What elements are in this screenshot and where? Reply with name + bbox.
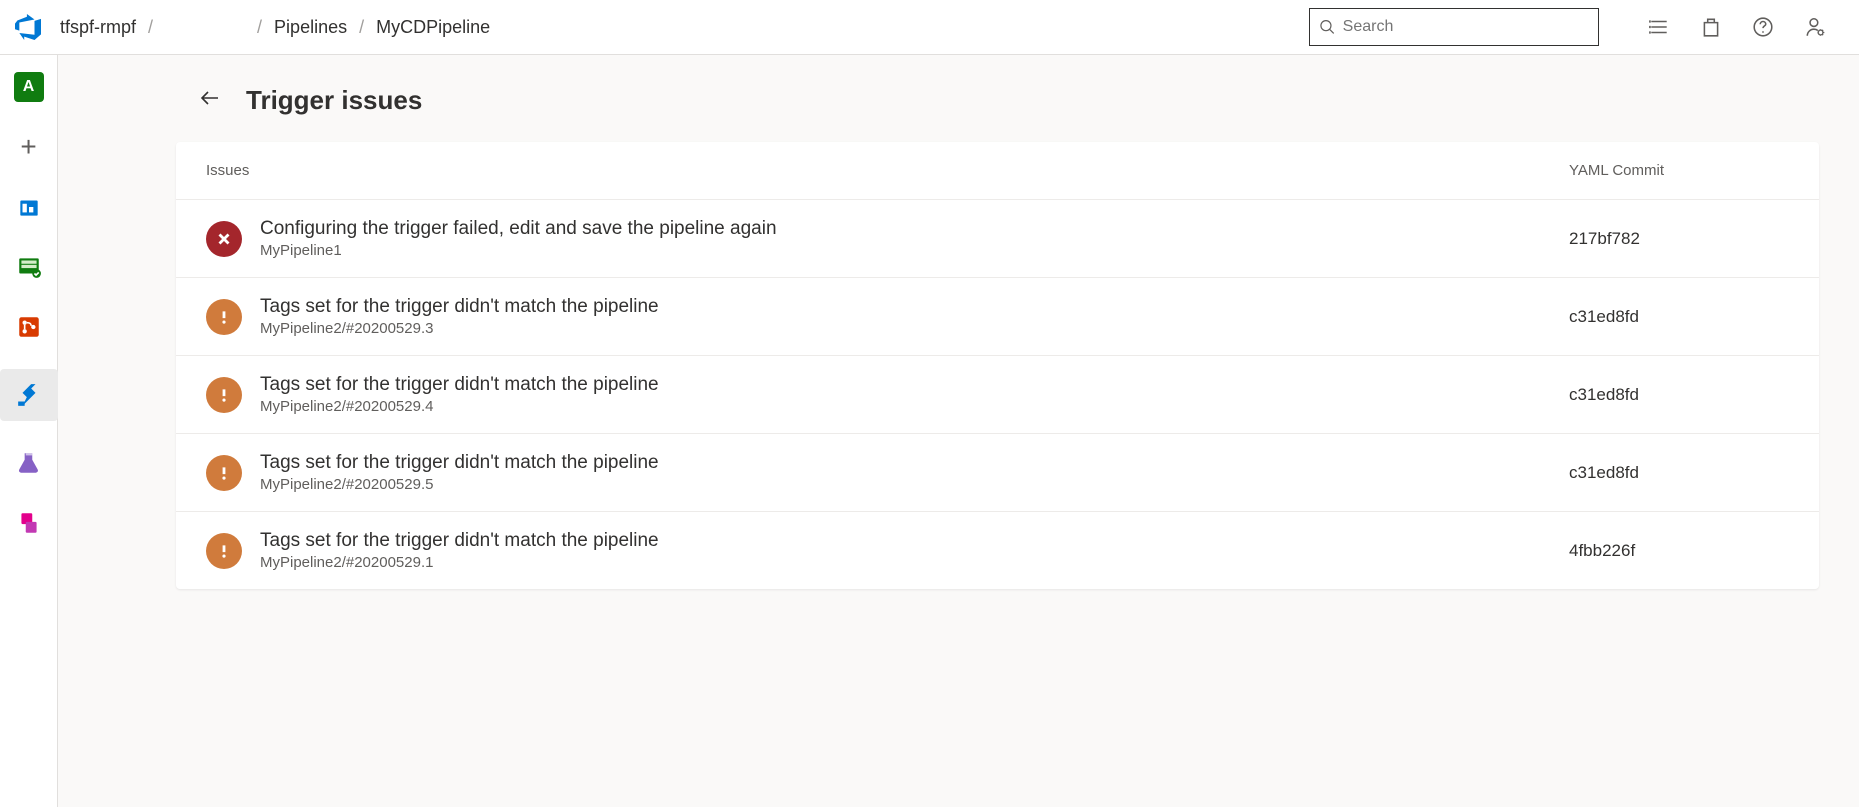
issue-commit[interactable]: c31ed8fd bbox=[1569, 385, 1789, 405]
issue-commit[interactable]: c31ed8fd bbox=[1569, 307, 1789, 327]
warning-icon bbox=[206, 455, 242, 491]
avatar: A bbox=[14, 72, 44, 102]
sidebar-artifacts[interactable] bbox=[11, 505, 47, 541]
sidebar: A + bbox=[0, 55, 58, 807]
breadcrumb-sep: / bbox=[148, 17, 153, 38]
sidebar-repos[interactable] bbox=[11, 309, 47, 345]
pipelines-icon bbox=[16, 382, 42, 408]
artifacts-icon bbox=[16, 510, 42, 536]
repos-icon bbox=[16, 314, 42, 340]
issue-row[interactable]: Tags set for the trigger didn't match th… bbox=[176, 278, 1819, 356]
main-content: Trigger issues Issues YAML Commit Config… bbox=[58, 55, 1859, 807]
issues-card: Issues YAML Commit Configuring the trigg… bbox=[176, 142, 1819, 589]
col-header-issues[interactable]: Issues bbox=[206, 162, 1569, 179]
top-header: tfspf-rmpf / / Pipelines / MyCDPipeline bbox=[0, 0, 1859, 55]
issue-row[interactable]: Tags set for the trigger didn't match th… bbox=[176, 434, 1819, 512]
issue-sub: MyPipeline1 bbox=[260, 242, 1569, 259]
warning-icon bbox=[206, 299, 242, 335]
warning-icon bbox=[206, 533, 242, 569]
issue-title: Tags set for the trigger didn't match th… bbox=[260, 374, 1569, 396]
issue-row[interactable]: Tags set for the trigger didn't match th… bbox=[176, 512, 1819, 589]
breadcrumb-pipelines[interactable]: Pipelines bbox=[274, 17, 347, 38]
azure-devops-logo[interactable] bbox=[12, 11, 44, 43]
arrow-left-icon bbox=[198, 86, 222, 110]
issue-sub: MyPipeline2/#20200529.5 bbox=[260, 476, 1569, 493]
warning-icon bbox=[206, 377, 242, 413]
test-plans-icon bbox=[16, 450, 42, 476]
issue-commit[interactable]: 4fbb226f bbox=[1569, 541, 1789, 561]
search-input[interactable] bbox=[1343, 18, 1588, 36]
issue-text: Tags set for the trigger didn't match th… bbox=[260, 452, 1569, 493]
sidebar-test-plans[interactable] bbox=[11, 445, 47, 481]
sidebar-project-avatar[interactable]: A bbox=[11, 69, 47, 105]
plus-icon: + bbox=[20, 131, 36, 163]
sidebar-pipelines[interactable] bbox=[0, 369, 58, 421]
breadcrumb-current[interactable]: MyCDPipeline bbox=[376, 17, 490, 38]
error-icon bbox=[206, 221, 242, 257]
issue-sub: MyPipeline2/#20200529.3 bbox=[260, 320, 1569, 337]
breadcrumb-org[interactable]: tfspf-rmpf bbox=[60, 17, 136, 38]
search-icon bbox=[1320, 19, 1335, 35]
issue-title: Tags set for the trigger didn't match th… bbox=[260, 452, 1569, 474]
table-header: Issues YAML Commit bbox=[176, 142, 1819, 200]
issue-row[interactable]: Tags set for the trigger didn't match th… bbox=[176, 356, 1819, 434]
user-settings-icon[interactable] bbox=[1803, 15, 1827, 39]
breadcrumb-sep: / bbox=[257, 17, 262, 38]
overview-icon bbox=[16, 194, 42, 220]
issue-row[interactable]: Configuring the trigger failed, edit and… bbox=[176, 200, 1819, 278]
page-title: Trigger issues bbox=[246, 85, 422, 116]
page-header: Trigger issues bbox=[58, 85, 1859, 142]
sidebar-add[interactable]: + bbox=[11, 129, 47, 165]
help-icon[interactable] bbox=[1751, 15, 1775, 39]
search-box[interactable] bbox=[1309, 8, 1599, 46]
list-icon[interactable] bbox=[1647, 15, 1671, 39]
issue-title: Configuring the trigger failed, edit and… bbox=[260, 218, 1569, 240]
issue-text: Configuring the trigger failed, edit and… bbox=[260, 218, 1569, 259]
marketplace-icon[interactable] bbox=[1699, 15, 1723, 39]
issue-title: Tags set for the trigger didn't match th… bbox=[260, 530, 1569, 552]
issue-commit[interactable]: c31ed8fd bbox=[1569, 463, 1789, 483]
issue-sub: MyPipeline2/#20200529.4 bbox=[260, 398, 1569, 415]
header-icons bbox=[1647, 15, 1827, 39]
back-arrow[interactable] bbox=[198, 86, 222, 116]
issue-text: Tags set for the trigger didn't match th… bbox=[260, 374, 1569, 415]
issue-title: Tags set for the trigger didn't match th… bbox=[260, 296, 1569, 318]
azure-devops-icon bbox=[15, 14, 41, 40]
issue-text: Tags set for the trigger didn't match th… bbox=[260, 296, 1569, 337]
issue-text: Tags set for the trigger didn't match th… bbox=[260, 530, 1569, 571]
breadcrumb: tfspf-rmpf / / Pipelines / MyCDPipeline bbox=[60, 17, 1301, 38]
issue-commit[interactable]: 217bf782 bbox=[1569, 229, 1789, 249]
breadcrumb-sep: / bbox=[359, 17, 364, 38]
sidebar-overview[interactable] bbox=[11, 189, 47, 225]
boards-icon bbox=[16, 254, 42, 280]
issue-sub: MyPipeline2/#20200529.1 bbox=[260, 554, 1569, 571]
col-header-commit[interactable]: YAML Commit bbox=[1569, 162, 1789, 179]
sidebar-boards[interactable] bbox=[11, 249, 47, 285]
